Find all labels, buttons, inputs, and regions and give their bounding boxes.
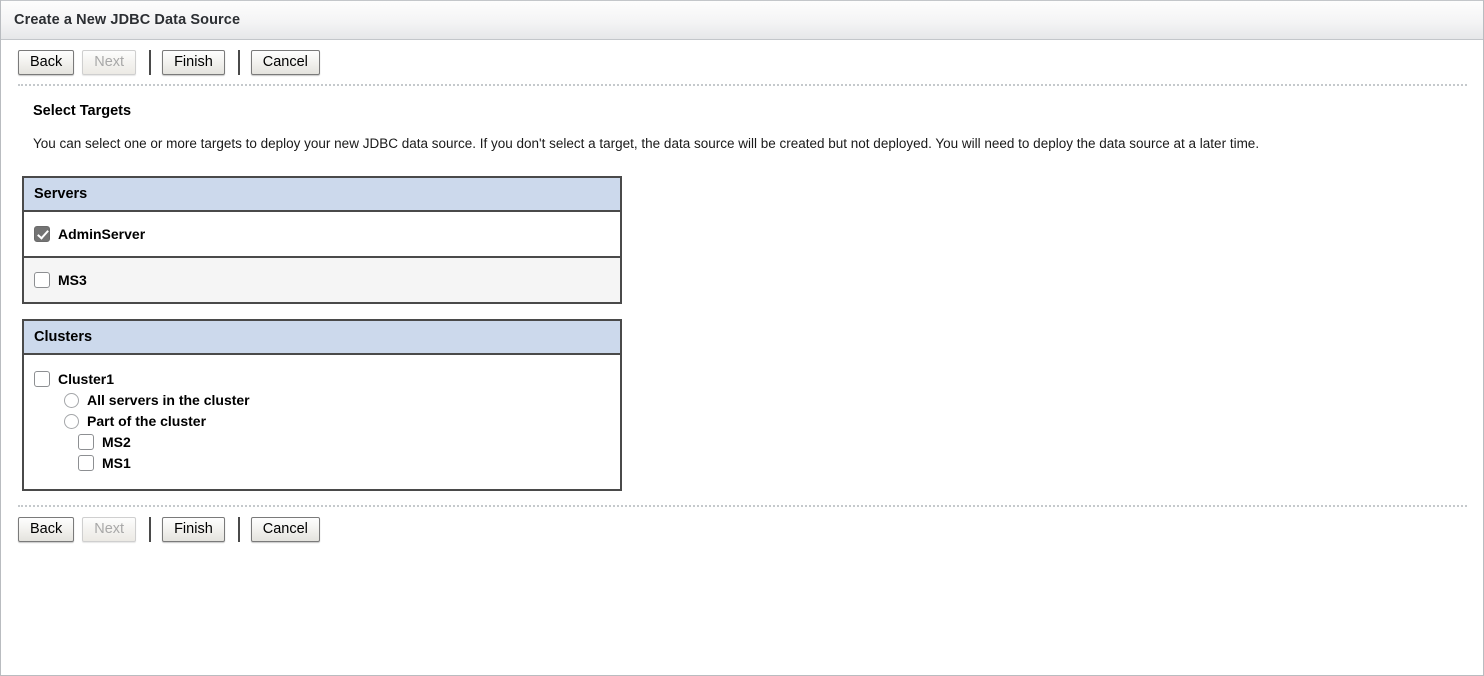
servers-box: Servers AdminServer MS3 [22, 176, 622, 304]
radio-part-of-cluster[interactable] [64, 413, 79, 429]
cluster-label-cluster1: Cluster1 [58, 371, 115, 387]
checkbox-cluster1[interactable] [34, 371, 50, 387]
checkbox-ms3[interactable] [34, 272, 50, 288]
radio-all-servers-in-cluster[interactable] [64, 392, 79, 408]
cluster-option-label-part-of-cluster: Part of the cluster [87, 413, 207, 429]
page-description: You can select one or more targets to de… [33, 136, 1260, 151]
servers-box-header: Servers [24, 178, 620, 212]
cluster-member-row-ms2[interactable]: MS2 [78, 434, 620, 450]
cluster-member-label-ms2: MS2 [102, 434, 131, 450]
toolbar-bottom: Back Next Finish Cancel [1, 507, 1483, 551]
next-button-bottom: Next [82, 516, 137, 542]
server-row-ms3[interactable]: MS3 [24, 256, 620, 302]
cluster-member-label-ms1: MS1 [102, 455, 131, 471]
checkbox-ms1[interactable] [78, 455, 94, 471]
clusters-box: Clusters Cluster1 All servers in the clu… [22, 319, 622, 491]
toolbar-separator [237, 49, 240, 75]
cluster-row-cluster1[interactable]: Cluster1 [34, 371, 620, 387]
finish-button-top[interactable]: Finish [162, 49, 225, 75]
checkbox-ms2[interactable] [78, 434, 94, 450]
server-label-adminserver: AdminServer [58, 226, 146, 242]
cluster-option-label-all-servers: All servers in the cluster [87, 392, 250, 408]
toolbar-separator [237, 516, 240, 542]
server-row-adminserver[interactable]: AdminServer [24, 212, 620, 256]
back-button-bottom[interactable]: Back [18, 516, 75, 542]
finish-button-bottom[interactable]: Finish [162, 516, 225, 542]
clusters-box-body: Cluster1 All servers in the cluster Part… [24, 355, 620, 489]
cluster-member-row-ms1[interactable]: MS1 [78, 455, 620, 471]
dialog-window: Create a New JDBC Data Source Back Next … [0, 0, 1484, 676]
next-button-top: Next [82, 49, 137, 75]
cancel-button-top[interactable]: Cancel [250, 49, 320, 75]
window-title: Create a New JDBC Data Source [14, 12, 241, 28]
back-button-top[interactable]: Back [18, 49, 75, 75]
window-titlebar: Create a New JDBC Data Source [1, 0, 1483, 40]
toolbar-separator [149, 516, 152, 542]
cancel-button-bottom[interactable]: Cancel [250, 516, 320, 542]
divider-top [18, 84, 1467, 86]
server-label-ms3: MS3 [58, 272, 87, 288]
page-title: Select Targets [33, 103, 132, 119]
toolbar-top: Back Next Finish Cancel [1, 40, 1483, 84]
cluster-option-all-servers[interactable]: All servers in the cluster [64, 392, 620, 408]
toolbar-separator [149, 49, 152, 75]
clusters-box-header: Clusters [24, 321, 620, 355]
main-content: Select Targets You can select one or mor… [1, 103, 1483, 505]
checkbox-adminserver[interactable] [34, 226, 50, 242]
cluster-option-part-of-cluster[interactable]: Part of the cluster [64, 413, 620, 429]
